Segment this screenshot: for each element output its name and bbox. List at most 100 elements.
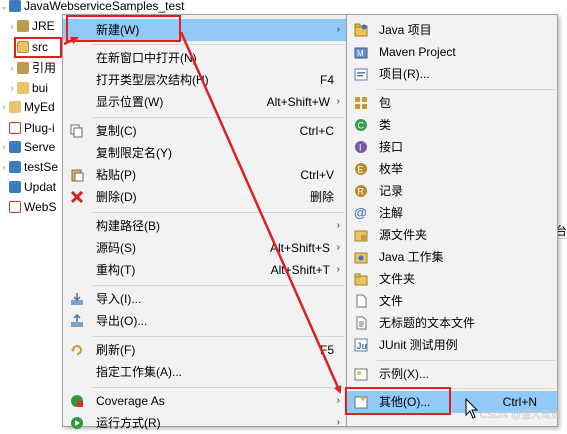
tree-item-label: MyEd — [24, 100, 55, 114]
tree-item-label: Plug-i — [24, 121, 55, 135]
expand-arrow-icon[interactable]: › — [0, 97, 8, 117]
menu-item-open-in-new-window[interactable]: 在新窗口中打开(N) — [63, 47, 346, 69]
menu-item-label: 运行方式(R) — [96, 416, 161, 430]
file-icon — [356, 294, 367, 308]
library-icon — [17, 20, 29, 32]
working-set-icon — [354, 252, 368, 264]
menu-item-label: 删除(D) — [96, 190, 137, 204]
project-wizard-icon — [354, 68, 368, 81]
submenu-item-example[interactable]: 示例(X)... — [347, 363, 557, 385]
expand-arrow-icon[interactable]: › — [8, 78, 16, 98]
project-icon — [9, 161, 21, 173]
java-project-icon — [354, 23, 368, 37]
expand-arrow-icon[interactable]: › — [0, 137, 8, 157]
annotation-icon: @ — [354, 205, 367, 220]
tree-item-references[interactable]: › 引用 — [8, 58, 57, 78]
submenu-item-source-folder[interactable]: 源文件夹 — [347, 224, 557, 246]
menu-item-label: JUnit 测试用例 — [379, 338, 458, 352]
collapse-arrow-icon[interactable]: ⌄ — [0, 0, 8, 16]
submenu-item-annotation[interactable]: @ 注解 — [347, 202, 557, 224]
menu-item-run-as[interactable]: 运行方式(R) › — [63, 412, 346, 434]
expand-arrow-icon[interactable]: › — [8, 16, 16, 36]
source-folder-icon — [354, 230, 368, 242]
submenu-arrow-icon: › — [336, 264, 340, 275]
shortcut-label: Alt+Shift+W — [266, 95, 330, 109]
menu-item-open-type-hierarchy[interactable]: 打开类型层次结构(H) F4 — [63, 69, 346, 91]
menu-separator — [93, 387, 344, 388]
submenu-item-untitled-text-file[interactable]: 无标题的文本文件 — [347, 312, 557, 334]
tree-item-testse[interactable]: › testSe — [0, 157, 59, 177]
menu-item-assign-working-sets[interactable]: 指定工作集(A)... — [63, 361, 346, 383]
menu-item-label: 打开类型层次结构(H) — [96, 73, 209, 87]
svg-text:Ju: Ju — [357, 341, 368, 351]
expand-arrow-icon[interactable]: › — [8, 58, 16, 78]
menu-item-delete[interactable]: 删除(D) 删除 — [63, 186, 346, 208]
record-icon: R — [355, 185, 367, 197]
menu-item-label: 导入(I)... — [96, 292, 142, 306]
tree-item-label: bui — [32, 81, 49, 95]
submenu-item-junit-test-case[interactable]: Ju JUnit 测试用例 — [347, 334, 557, 356]
context-menu: 新建(W) › 在新窗口中打开(N) 打开类型层次结构(H) F4 显示位置(W… — [62, 14, 347, 430]
menu-item-label: 类 — [379, 118, 392, 132]
expand-arrow-icon[interactable]: › — [0, 157, 8, 177]
submenu-item-class[interactable]: C 类 — [347, 114, 557, 136]
tree-item-myed[interactable]: › MyEd — [0, 97, 55, 117]
submenu-item-package[interactable]: 包 — [347, 92, 557, 114]
project-icon — [9, 0, 21, 12]
submenu-item-file[interactable]: 文件 — [347, 290, 557, 312]
submenu-item-maven-project[interactable]: M Maven Project — [347, 41, 557, 63]
menu-item-refactor[interactable]: 重构(T) Alt+Shift+T › — [63, 259, 346, 281]
refresh-icon — [71, 345, 82, 355]
menu-item-label: 记录 — [379, 184, 404, 198]
tree-item-build[interactable]: › bui — [8, 78, 49, 98]
tree-item-webs[interactable]: WebS — [0, 197, 56, 217]
tree-item-jre[interactable]: › JRE — [8, 16, 55, 36]
new-submenu: Java 项目 M Maven Project 项目(R)... 包 C 类 I… — [346, 14, 558, 427]
coverage-icon — [71, 395, 83, 407]
tree-item-label: 引用 — [32, 61, 57, 75]
import-icon — [71, 293, 83, 305]
project-explorer-tree: ⌄ JavaWebserviceSamples_test › JRE src › 引用… — [0, 0, 185, 425]
menu-item-export[interactable]: 导出(O)... — [63, 310, 346, 332]
menu-item-copy[interactable]: 复制(C) Ctrl+C — [63, 120, 346, 142]
menu-item-coverage-as[interactable]: Coverage As › — [63, 390, 346, 412]
submenu-item-project[interactable]: 项目(R)... — [347, 63, 557, 85]
menu-item-source[interactable]: 源码(S) Alt+Shift+S › — [63, 237, 346, 259]
export-icon — [71, 314, 83, 327]
shortcut-label: Ctrl+C — [299, 124, 334, 138]
submenu-item-enum[interactable]: E 枚举 — [347, 158, 557, 180]
submenu-arrow-icon: › — [336, 96, 340, 107]
menu-item-refresh[interactable]: 刷新(F) F5 — [63, 339, 346, 361]
submenu-item-java-working-set[interactable]: Java 工作集 — [347, 246, 557, 268]
submenu-item-record[interactable]: R 记录 — [347, 180, 557, 202]
tree-item-server[interactable]: › Serve — [0, 137, 56, 157]
tree-item-update[interactable]: Updat — [0, 177, 56, 197]
menu-separator — [93, 212, 344, 213]
menu-separator — [93, 44, 344, 45]
menu-item-copy-qualified-name[interactable]: 复制限定名(Y) — [63, 142, 346, 164]
tree-item-label: WebS — [24, 200, 57, 214]
shortcut-label: Ctrl+V — [300, 168, 334, 182]
menu-item-show-in[interactable]: 显示位置(W) Alt+Shift+W › — [63, 91, 346, 113]
watermark: CSDN @盛大成则 — [479, 410, 561, 421]
svg-text:R: R — [358, 187, 365, 197]
menu-item-label: 构建路径(B) — [96, 219, 160, 233]
menu-item-label: 注解 — [379, 206, 404, 220]
menu-item-label: 枚举 — [379, 162, 404, 176]
submenu-arrow-icon: › — [336, 24, 340, 35]
menu-item-label: 文件夹 — [379, 272, 416, 286]
project-icon — [9, 181, 21, 193]
submenu-item-java-project[interactable]: Java 项目 — [347, 19, 557, 41]
tree-item-plugin[interactable]: Plug-i — [0, 118, 55, 138]
submenu-item-interface[interactable]: I 接口 — [347, 136, 557, 158]
menu-item-label: Java 项目 — [379, 23, 432, 37]
menu-item-label: 无标题的文本文件 — [379, 316, 476, 330]
menu-item-label: 复制(C) — [96, 124, 137, 138]
menu-item-import[interactable]: 导入(I)... — [63, 288, 346, 310]
menu-item-label: 项目(R)... — [379, 67, 430, 81]
maven-project-icon: M — [354, 47, 368, 59]
submenu-item-folder[interactable]: 文件夹 — [347, 268, 557, 290]
shortcut-label: Alt+Shift+T — [270, 263, 330, 277]
menu-item-build-path[interactable]: 构建路径(B) › — [63, 215, 346, 237]
menu-item-paste[interactable]: 粘贴(P) Ctrl+V — [63, 164, 346, 186]
